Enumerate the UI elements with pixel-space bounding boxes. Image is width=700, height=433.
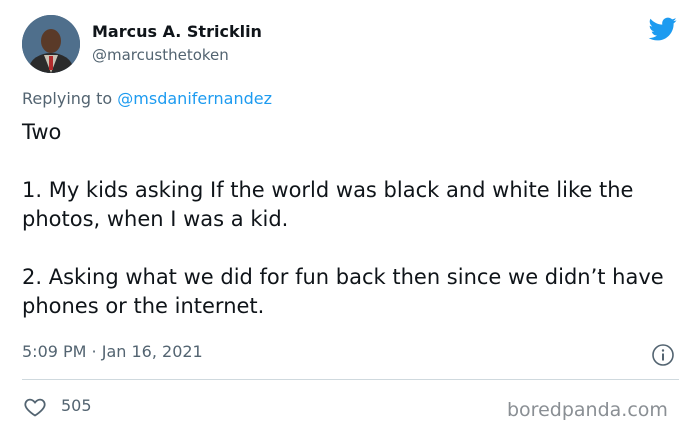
avatar[interactable] bbox=[22, 15, 80, 73]
divider bbox=[22, 379, 679, 380]
info-icon[interactable] bbox=[651, 343, 675, 367]
watermark: boredpanda.com bbox=[507, 399, 668, 421]
replying-to: Replying to @msdanifernandez bbox=[22, 89, 272, 108]
author-handle[interactable]: @marcusthetoken bbox=[92, 46, 229, 64]
like-count: 505 bbox=[61, 396, 92, 415]
reply-mention-link[interactable]: @msdanifernandez bbox=[117, 89, 272, 108]
tweet-line: Two bbox=[22, 120, 62, 144]
tweet-line: 2. Asking what we did for fun back then … bbox=[22, 265, 664, 318]
tweet-line: 1. My kids asking If the world was black… bbox=[22, 178, 634, 231]
timestamp[interactable]: 5:09 PM · Jan 16, 2021 bbox=[22, 342, 203, 361]
replying-to-label: Replying to bbox=[22, 89, 118, 108]
tweet-text: Two 1. My kids asking If the world was b… bbox=[22, 118, 687, 321]
twitter-bird-icon[interactable] bbox=[647, 15, 679, 43]
heart-icon[interactable] bbox=[22, 395, 48, 419]
author-name[interactable]: Marcus A. Stricklin bbox=[92, 22, 262, 41]
